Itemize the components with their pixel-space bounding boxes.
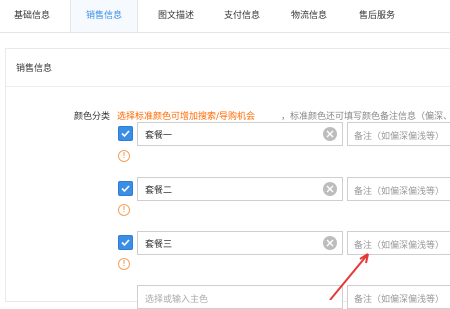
row2-checkbox[interactable]	[118, 181, 133, 196]
row1-note-input[interactable]: 备注（如偏深偏浅等）	[347, 122, 450, 146]
section-title: 销售信息	[16, 64, 53, 74]
tab-after-sales[interactable]: 售后服务	[348, 0, 406, 32]
tab-logistics-info[interactable]: 物流信息	[280, 0, 338, 32]
row1-color-value: 套餐一	[145, 131, 173, 141]
clear-icon[interactable]	[323, 127, 337, 141]
tab-basic-info[interactable]: 基础信息	[3, 0, 61, 32]
tab-payment-info[interactable]: 支付信息	[212, 0, 272, 32]
tab-description[interactable]: 图文描述	[146, 0, 206, 32]
row1-color-input[interactable]: 套餐一	[137, 122, 343, 146]
color-hint-rest: ，标准颜色还可填写颜色备注信息（偏深、偏亮	[281, 112, 450, 122]
row1-checkbox[interactable]	[118, 126, 133, 141]
new-color-placeholder: 选择或输入主色	[145, 295, 209, 305]
info-icon: !	[118, 204, 130, 216]
row2-note-placeholder: 备注（如偏深偏浅等）	[354, 187, 445, 197]
info-icon: !	[118, 150, 130, 162]
row2-color-input[interactable]: 套餐二	[137, 177, 343, 201]
red-arrow-annotation	[329, 253, 369, 300]
tab-bar: 基础信息 销售信息 图文描述 支付信息 物流信息 售后服务	[0, 0, 450, 33]
color-field-label: 颜色分类	[74, 112, 111, 122]
row1-note-placeholder: 备注（如偏深偏浅等）	[354, 132, 445, 142]
row3-checkbox[interactable]	[118, 235, 133, 250]
clear-icon[interactable]	[323, 182, 337, 196]
row2-color-value: 套餐二	[145, 186, 173, 196]
row2-note-input[interactable]: 备注（如偏深偏浅等）	[347, 177, 450, 201]
section-divider	[6, 86, 450, 87]
info-icon: !	[118, 258, 130, 270]
color-hint-highlight: 选择标准颜色可增加搜索/导购机会	[117, 112, 256, 122]
sales-info-panel: 销售信息	[5, 48, 450, 302]
clear-icon[interactable]	[323, 236, 337, 250]
tab-sales-info[interactable]: 销售信息	[70, 0, 138, 32]
row3-color-value: 套餐三	[145, 240, 173, 250]
